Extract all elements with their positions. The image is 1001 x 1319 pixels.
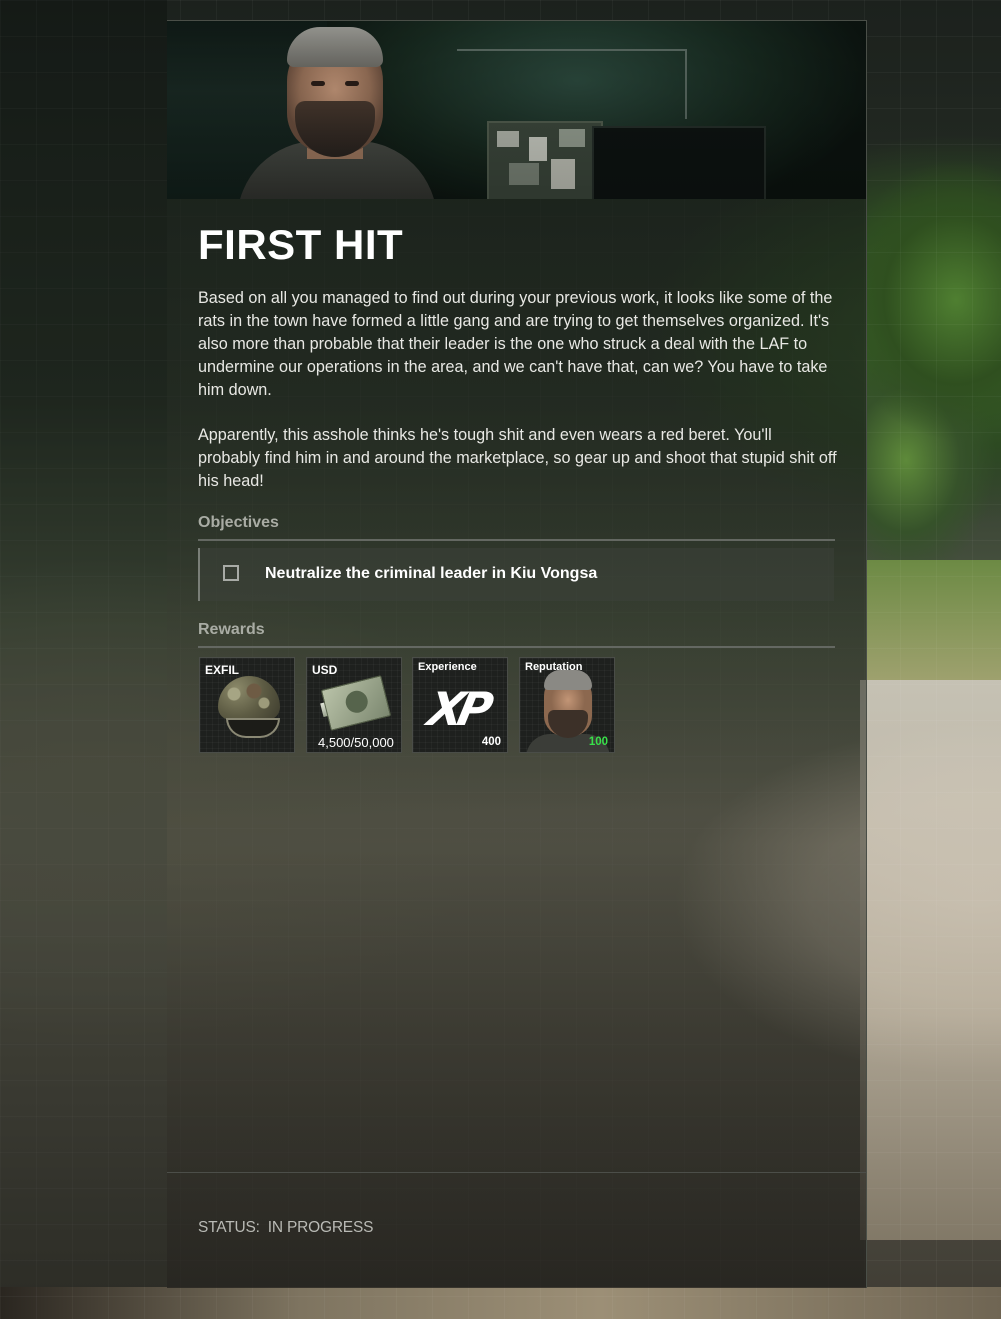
mission-detail-panel: FIRST HIT Based on all you managed to fi… — [167, 20, 867, 1288]
reward-value: 400 — [481, 736, 501, 748]
reward-label: Reputation — [525, 661, 583, 673]
objective-checkbox — [223, 565, 239, 581]
reward-label: USD — [312, 663, 338, 677]
reward-experience[interactable]: Experience XP 400 — [412, 657, 508, 753]
objectives-heading: Objectives — [198, 514, 279, 531]
reward-value: 100 — [588, 736, 608, 748]
reward-label: EXFIL — [205, 663, 240, 677]
objective-text: Neutralize the criminal leader in Kiu Vo… — [265, 565, 598, 582]
reward-reputation[interactable]: Reputation 100 — [519, 657, 615, 753]
mission-title: FIRST HIT — [198, 221, 404, 268]
description-paragraph: Based on all you managed to find out dur… — [198, 289, 833, 399]
rewards-heading: Rewards — [198, 621, 265, 638]
reward-usd[interactable]: USD 4,500/50,000 — [306, 657, 402, 753]
reward-exfil[interactable]: EXFIL — [199, 657, 295, 753]
rewards-divider — [198, 646, 835, 648]
status-value: IN PROGRESS — [267, 1219, 374, 1236]
footer-divider — [167, 1172, 866, 1173]
mission-status: STATUS: IN PROGRESS — [198, 1219, 381, 1237]
mission-description: Based on all you managed to find out dur… — [198, 287, 838, 515]
status-label: STATUS: — [198, 1219, 260, 1236]
reward-value: 4,500/50,000 — [318, 735, 394, 750]
reward-label: Experience — [418, 661, 477, 673]
xp-icon: XP — [423, 682, 492, 736]
description-paragraph: Apparently, this asshole thinks he's tou… — [198, 426, 837, 490]
objectives-divider — [198, 539, 835, 541]
trader-header-image — [167, 21, 866, 199]
objective-item[interactable]: Neutralize the criminal leader in Kiu Vo… — [198, 548, 834, 601]
